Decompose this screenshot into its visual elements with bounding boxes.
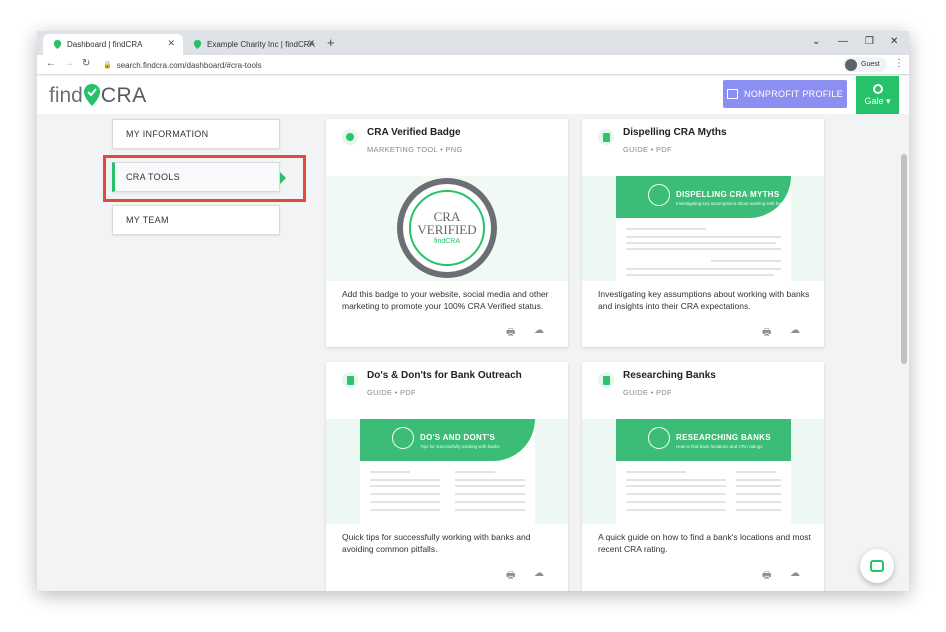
new-tab-icon[interactable]: + <box>327 35 335 50</box>
logo-find-text: find <box>49 84 83 107</box>
print-icon[interactable]: 🖶 <box>506 568 515 585</box>
card-meta: GUIDE • PDF <box>623 388 672 397</box>
print-icon[interactable]: 🖶 <box>762 568 771 585</box>
building-icon <box>727 89 739 99</box>
badge-line2: VERIFIED <box>417 222 477 237</box>
card-meta: GUIDE • PDF <box>623 145 672 154</box>
card-title: Dispelling CRA Myths <box>623 127 727 138</box>
findcra-favicon-icon <box>53 40 62 49</box>
card-thumbnail: RESEARCHING BANKS How to find bank locat… <box>582 419 824 524</box>
tab-example-charity[interactable]: Example Charity Inc | findCRA ✕ <box>183 34 323 55</box>
tab-bar: Dashboard | findCRA ✕ Example Charity In… <box>37 31 909 55</box>
tool-card-researching-banks[interactable]: Researching Banks GUIDE • PDF RESEARCHIN… <box>582 362 824 591</box>
card-title: CRA Verified Badge <box>367 127 461 138</box>
app-header: find CRA NONPROFIT PROFILE Gale ▾ <box>37 76 909 114</box>
card-title: Researching Banks <box>623 370 716 381</box>
sidebar-item-my-team[interactable]: MY TEAM <box>112 205 280 235</box>
card-description: Quick tips for successfully working with… <box>342 532 531 554</box>
close-window-icon[interactable]: ✕ <box>890 36 898 47</box>
card-thumbnail: CRA VERIFIED findCRA <box>326 176 568 281</box>
main-content: MY INFORMATION CRA TOOLS MY TEAM CRA Ver… <box>37 114 909 591</box>
profile-label: Guest <box>861 61 880 68</box>
url-text: search.findcra.com/dashboard/#cra-tools <box>116 60 262 70</box>
card-description: A quick guide on how to find a bank's lo… <box>598 532 811 554</box>
guide-preview: RESEARCHING BANKS How to find bank locat… <box>616 419 791 524</box>
sidebar-item-my-information[interactable]: MY INFORMATION <box>112 119 280 149</box>
card-meta: MARKETING TOOL • PNG <box>367 145 463 154</box>
card-thumbnail: DISPELLING CRA MYTHS Investigating key a… <box>582 176 824 281</box>
close-tab-icon[interactable]: ✕ <box>307 38 315 49</box>
tree-icon <box>648 184 670 206</box>
thumb-heading: RESEARCHING BANKS <box>676 433 771 442</box>
document-icon <box>598 372 614 388</box>
scrollbar-thumb[interactable] <box>901 154 907 364</box>
address-bar: ← → ↻ 🔒 search.findcra.com/dashboard/#cr… <box>37 55 909 75</box>
tab-title: Example Charity Inc | findCRA <box>207 40 315 49</box>
user-name: Gale <box>864 95 884 106</box>
findcra-favicon-icon <box>193 40 202 49</box>
back-icon[interactable]: ← <box>46 58 56 69</box>
bank-icon <box>648 427 670 449</box>
sidebar-item-label: MY INFORMATION <box>126 129 209 139</box>
chat-button[interactable] <box>860 549 894 583</box>
checklist-icon <box>392 427 414 449</box>
tab-title: Dashboard | findCRA <box>67 40 143 49</box>
browser-window: Dashboard | findCRA ✕ Example Charity In… <box>37 31 909 591</box>
badge-icon <box>342 129 358 145</box>
badge-brand: findCRA <box>433 238 461 245</box>
lock-icon: 🔒 <box>103 62 112 69</box>
profile-button[interactable]: Guest <box>843 57 887 72</box>
thumb-subheading: Investigating key assumptions about work… <box>676 201 788 206</box>
cra-verified-badge-image: CRA VERIFIED findCRA <box>397 178 497 278</box>
card-description: Add this badge to your website, social m… <box>342 289 549 311</box>
caret-down-icon: ▾ <box>886 95 891 106</box>
findcra-logo[interactable]: find CRA <box>49 82 147 108</box>
download-cloud-icon[interactable]: ☁ <box>790 568 800 579</box>
card-description: Investigating key assumptions about work… <box>598 289 810 311</box>
thumb-subheading: Tips for successfully working with banks <box>420 444 500 449</box>
close-tab-icon[interactable]: ✕ <box>167 38 175 49</box>
map-pin-icon <box>83 84 100 106</box>
chat-icon <box>870 560 884 572</box>
thumb-subheading: How to find bank locations and CRA ratin… <box>676 444 763 449</box>
tool-card-dispelling-cra-myths[interactable]: Dispelling CRA Myths GUIDE • PDF DISPELL… <box>582 119 824 347</box>
highlight-box <box>103 155 306 202</box>
thumb-heading: DISPELLING CRA MYTHS <box>676 190 780 199</box>
tab-search-icon[interactable]: ⌄ <box>812 36 820 47</box>
document-icon <box>598 129 614 145</box>
restore-icon[interactable]: ❐ <box>865 36 874 47</box>
minimize-icon[interactable]: — <box>838 36 848 47</box>
document-icon <box>342 372 358 388</box>
browser-menu-icon[interactable]: ⋮ <box>894 58 904 69</box>
print-icon[interactable]: 🖶 <box>762 325 771 342</box>
tab-dashboard[interactable]: Dashboard | findCRA ✕ <box>43 34 183 55</box>
forward-icon[interactable]: → <box>64 58 74 69</box>
guide-preview: DISPELLING CRA MYTHS Investigating key a… <box>616 176 791 281</box>
print-icon[interactable]: 🖶 <box>506 325 515 342</box>
download-cloud-icon[interactable]: ☁ <box>534 568 544 579</box>
tool-card-dos-donts[interactable]: Do's & Don'ts for Bank Outreach GUIDE • … <box>326 362 568 591</box>
tool-card-cra-verified-badge[interactable]: CRA Verified Badge MARKETING TOOL • PNG … <box>326 119 568 347</box>
user-icon <box>872 83 883 94</box>
nonprofit-profile-label: NONPROFIT PROFILE <box>744 89 843 99</box>
download-cloud-icon[interactable]: ☁ <box>790 325 800 336</box>
sidebar-item-label: MY TEAM <box>126 215 169 225</box>
url-field[interactable]: 🔒 search.findcra.com/dashboard/#cra-tool… <box>103 58 833 72</box>
reload-icon[interactable]: ↻ <box>82 58 90 69</box>
card-thumbnail: DO'S AND DONT'S Tips for successfully wo… <box>326 419 568 524</box>
guide-preview: DO'S AND DONT'S Tips for successfully wo… <box>360 419 535 524</box>
card-title: Do's & Don'ts for Bank Outreach <box>367 370 522 381</box>
nonprofit-profile-button[interactable]: NONPROFIT PROFILE <box>723 80 847 108</box>
logo-cra-text: CRA <box>100 84 147 107</box>
avatar-icon <box>845 58 857 71</box>
card-meta: GUIDE • PDF <box>367 388 416 397</box>
thumb-heading: DO'S AND DONT'S <box>420 433 496 442</box>
download-cloud-icon[interactable]: ☁ <box>534 325 544 336</box>
user-menu-button[interactable]: Gale ▾ <box>856 76 899 114</box>
